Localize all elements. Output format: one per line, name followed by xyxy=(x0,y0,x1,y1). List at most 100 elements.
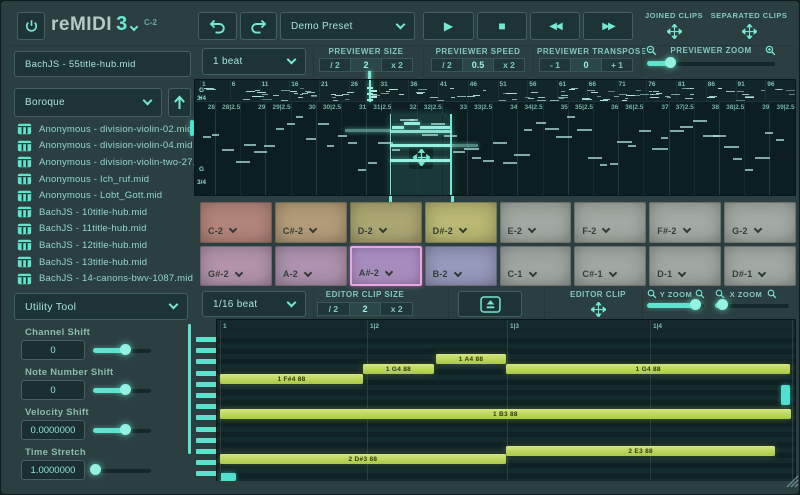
fast-forward-button[interactable]: ▶▶ xyxy=(583,12,633,40)
previewer-speed-halve-button[interactable]: / 2 xyxy=(431,58,463,72)
editor-clip-size-value[interactable]: 2 xyxy=(349,302,382,316)
file-list-item[interactable]: BachJS - 11title-hub.mid xyxy=(9,221,195,238)
folder-up-button[interactable] xyxy=(168,88,191,117)
previewer-transpose-up-button[interactable]: + 1 xyxy=(601,58,633,72)
midi-note[interactable]: 2 D#3 88 xyxy=(220,454,506,464)
editor-grid[interactable]: 11|21|31|4 1 A4 881 G4 881 G4 881 F#4 88… xyxy=(216,319,796,481)
file-list-item[interactable]: Anonymous - division-violin-02.mid xyxy=(9,121,195,138)
app-logo[interactable]: reMIDI 3 xyxy=(51,13,137,36)
power-button[interactable] xyxy=(17,12,45,40)
zoom-out-icon[interactable] xyxy=(646,45,657,56)
chevron-down-icon[interactable] xyxy=(385,267,393,275)
piano-key[interactable] xyxy=(196,382,217,387)
chord-pad-F-2[interactable]: F-2 xyxy=(574,202,646,243)
chevron-down-icon[interactable] xyxy=(528,268,536,276)
chord-pad-A#-2[interactable]: A#-2 xyxy=(350,246,422,287)
param-value-field[interactable]: 1.0000000 xyxy=(21,460,85,480)
file-list-item[interactable]: Anonymous - division-violin-04.mid xyxy=(9,138,195,155)
chord-pad-F#-2[interactable]: F#-2 xyxy=(649,202,721,243)
previewer-size-value[interactable]: 2 xyxy=(350,58,382,72)
previewer-panel[interactable]: 1611162126313641465156616671768186919610… xyxy=(194,79,796,196)
param-value-field[interactable]: 0 xyxy=(21,340,85,360)
previewer-beat-dropdown[interactable]: 1 beat xyxy=(202,48,306,75)
piano-key[interactable] xyxy=(196,371,217,376)
previewer-zoom-slider[interactable] xyxy=(647,58,775,69)
chevron-down-icon[interactable] xyxy=(453,268,461,276)
param-value-field[interactable]: 0 xyxy=(21,380,85,400)
file-list-item[interactable]: BachJS - 14-canons-bwv-1087.mid xyxy=(9,270,195,287)
previewer-transpose-value[interactable]: 0 xyxy=(570,58,602,72)
file-list-item[interactable]: Anonymous - division-violin-two-27... xyxy=(9,154,195,171)
chevron-down-icon[interactable] xyxy=(304,268,312,276)
editor-beat-dropdown[interactable]: 1/16 beat xyxy=(202,291,306,317)
chevron-down-icon[interactable] xyxy=(608,268,616,276)
chevron-down-icon[interactable] xyxy=(459,225,467,233)
chord-pad-D-2[interactable]: D-2 xyxy=(350,202,422,243)
piano-key[interactable] xyxy=(196,393,217,398)
zoom-out-icon[interactable] xyxy=(715,289,725,299)
param-slider[interactable] xyxy=(93,425,151,436)
editor-v-scrollbar[interactable] xyxy=(781,385,790,405)
chord-pad-D#-1[interactable]: D#-1 xyxy=(724,246,796,287)
chevron-down-icon[interactable] xyxy=(309,225,317,233)
minimap-playhead[interactable] xyxy=(369,80,371,102)
previewer-speed-value[interactable]: 0.5 xyxy=(462,58,494,72)
clip-drag-handle[interactable] xyxy=(409,145,433,169)
editor-timeline[interactable]: 11|21|31|4 xyxy=(217,320,795,333)
chevron-down-icon[interactable] xyxy=(528,225,536,233)
chevron-down-icon[interactable] xyxy=(379,225,387,233)
zoom-in-icon[interactable] xyxy=(765,45,776,56)
zoom-in-icon[interactable] xyxy=(767,289,777,299)
tool-dropdown[interactable]: Utility Tool xyxy=(14,293,188,320)
chord-pad-C-1[interactable]: C-1 xyxy=(500,246,572,287)
playhead-marker[interactable] xyxy=(368,71,371,79)
chevron-down-icon[interactable] xyxy=(758,268,766,276)
preset-dropdown[interactable]: Demo Preset xyxy=(280,12,415,40)
editor-clip-double-button[interactable]: x 2 xyxy=(380,302,413,316)
x-zoom-slider[interactable] xyxy=(715,300,789,311)
chord-pad-C#-1[interactable]: C#-1 xyxy=(574,246,646,287)
resize-grip-icon[interactable] xyxy=(783,472,799,493)
editor-piano-keys[interactable] xyxy=(186,319,216,481)
stop-button[interactable]: ■ xyxy=(477,12,527,40)
editor-clip-halve-button[interactable]: / 2 xyxy=(317,302,350,316)
undo-button[interactable] xyxy=(198,12,237,40)
previewer-speed-double-button[interactable]: x 2 xyxy=(493,58,525,72)
rewind-button[interactable]: ◀◀ xyxy=(530,12,580,40)
chord-pad-G-2[interactable]: G-2 xyxy=(724,202,796,243)
zoom-out-icon[interactable] xyxy=(647,289,657,299)
piano-key[interactable] xyxy=(196,460,217,465)
zoom-in-icon[interactable] xyxy=(695,289,705,299)
midi-note[interactable]: 1 A4 88 xyxy=(436,354,506,364)
play-button[interactable]: ▶ xyxy=(423,12,474,40)
redo-button[interactable] xyxy=(240,12,277,40)
slider-knob[interactable] xyxy=(90,464,101,475)
file-list-item[interactable]: Anonymous - Ich_ruf.mid xyxy=(9,171,195,188)
piano-key[interactable] xyxy=(196,427,217,432)
file-list-item[interactable]: BachJS - 12title-hub.mid xyxy=(9,237,195,254)
slider-knob[interactable] xyxy=(120,384,131,395)
piano-key[interactable] xyxy=(196,359,217,364)
chord-pad-D-1[interactable]: D-1 xyxy=(649,246,721,287)
piano-key[interactable] xyxy=(196,438,217,443)
param-slider[interactable] xyxy=(93,385,151,396)
midi-note[interactable]: 2 E3 88 xyxy=(506,446,775,456)
chord-pad-C-2[interactable]: C-2 xyxy=(200,202,272,243)
param-slider[interactable] xyxy=(93,345,151,356)
piano-key[interactable] xyxy=(196,337,217,342)
slider-knob[interactable] xyxy=(120,424,131,435)
file-list-item[interactable]: BachJS - 10title-hub.mid xyxy=(9,204,195,221)
previewer-size-halve-button[interactable]: / 2 xyxy=(319,58,351,72)
param-slider[interactable] xyxy=(93,465,151,476)
chord-pad-B-2[interactable]: B-2 xyxy=(425,246,497,287)
chord-pad-G#-2[interactable]: G#-2 xyxy=(200,246,272,287)
midi-note[interactable]: 1 B3 88 xyxy=(220,409,791,419)
file-list-item[interactable]: BachJS - 13title-hub.mid xyxy=(9,254,195,271)
previewer-minimap[interactable]: 1611162126313641465156616671768186919610… xyxy=(195,80,796,102)
chord-pad-E-2[interactable]: E-2 xyxy=(500,202,572,243)
editor-h-scrollbar[interactable] xyxy=(220,473,236,481)
joined-clips-drag-handle[interactable] xyxy=(666,23,682,39)
current-file-field[interactable]: BachJS - 55title-hub.mid xyxy=(14,51,191,77)
midi-note[interactable]: 1 F#4 88 xyxy=(220,374,363,384)
midi-note[interactable]: 1 G4 88 xyxy=(506,364,790,374)
